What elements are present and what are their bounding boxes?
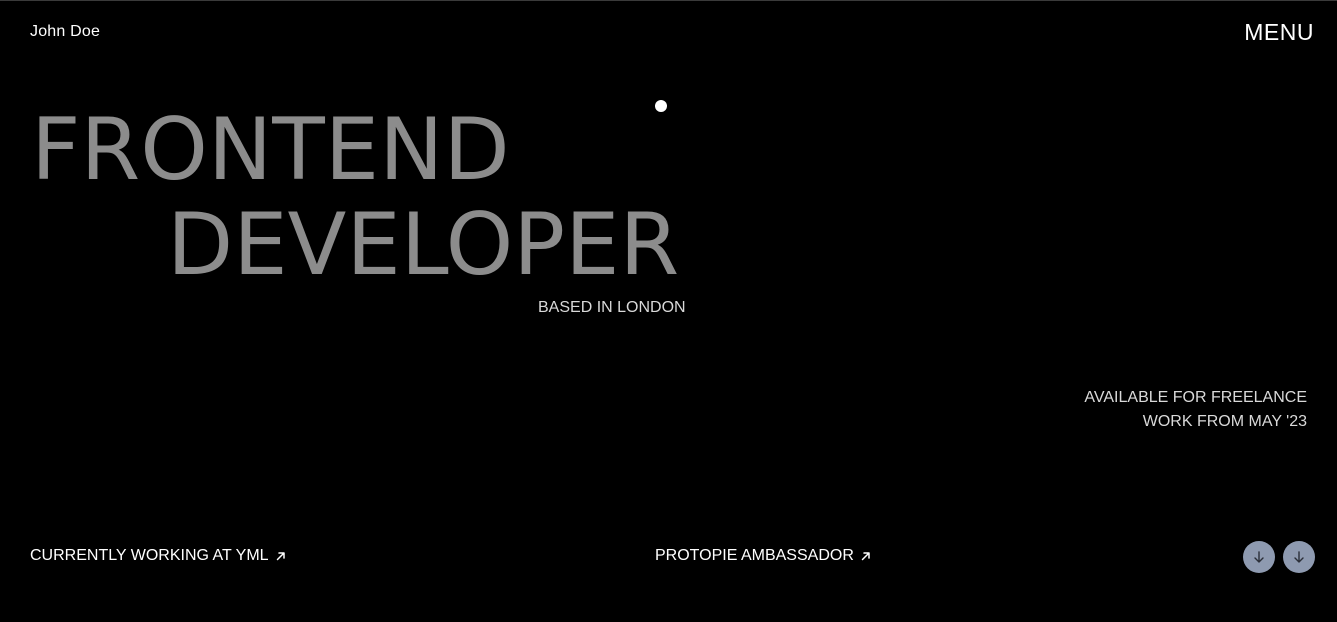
- cursor-dot: [655, 100, 667, 112]
- arrow-up-right-icon: [861, 552, 870, 561]
- protopie-link[interactable]: PROTOPIE AMBASSADOR: [655, 547, 872, 565]
- availability-note: AVAILABLE FOR FREELANCE WORK FROM MAY '2…: [1084, 386, 1307, 434]
- arrow-up-right-icon: [276, 552, 285, 561]
- availability-line-1: AVAILABLE FOR FREELANCE: [1084, 389, 1307, 406]
- brand-name[interactable]: John Doe: [30, 23, 100, 41]
- top-border: [0, 0, 1337, 1]
- location-subtitle: BASED IN LONDON: [538, 299, 686, 316]
- scroll-down-button[interactable]: [1243, 541, 1275, 573]
- yml-link[interactable]: CURRENTLY WORKING AT YML: [30, 547, 287, 565]
- yml-link-label: CURRENTLY WORKING AT YML: [30, 547, 269, 564]
- availability-line-2: WORK FROM MAY '23: [1142, 413, 1307, 430]
- arrow-down-icon: [1254, 551, 1264, 563]
- hero-title-line-2: DEVELOPER: [167, 195, 680, 295]
- scroll-down-button-secondary[interactable]: [1283, 541, 1315, 573]
- arrow-down-icon: [1294, 551, 1304, 563]
- hero-title-line-1: FRONTEND: [31, 100, 510, 200]
- menu-button[interactable]: MENU: [1244, 19, 1314, 46]
- protopie-link-label: PROTOPIE AMBASSADOR: [655, 547, 854, 564]
